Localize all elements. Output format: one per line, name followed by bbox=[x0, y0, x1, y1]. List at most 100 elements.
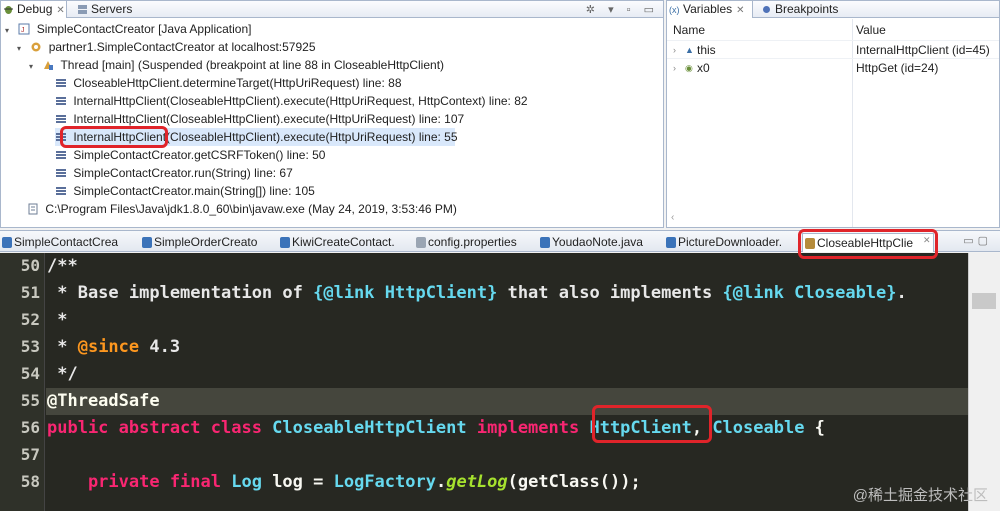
editor-tab[interactable]: PictureDownloader. bbox=[664, 233, 796, 252]
stack-frame-label: InternalHttpClient(CloseableHttpClient).… bbox=[73, 94, 528, 108]
stack-frame-icon bbox=[56, 169, 66, 177]
comment-text: * bbox=[47, 337, 78, 357]
scrollbar-thumb[interactable] bbox=[972, 293, 996, 309]
stack-frame-icon bbox=[56, 187, 66, 195]
tab-debug[interactable]: Debug ✕ bbox=[1, 1, 67, 18]
comment-text: . bbox=[896, 283, 907, 303]
editor-tab-label: SimpleContactCrea bbox=[14, 235, 119, 249]
editor-tab[interactable]: YoudaoNote.java bbox=[538, 233, 662, 252]
stack-frame-label: SimpleContactCreator.main(String[]) line… bbox=[73, 184, 315, 198]
java-file-icon bbox=[280, 237, 290, 248]
debug-tabbar: Debug ✕ Servers ✲ ▾ ▫ ▭ bbox=[1, 1, 663, 18]
stack-frame[interactable]: SimpleContactCreator.getCSRFToken() line… bbox=[55, 146, 325, 164]
tab-variables-label: Variables bbox=[683, 2, 733, 16]
java-file-icon bbox=[540, 237, 550, 248]
variable-name: x0 bbox=[697, 61, 710, 75]
stack-frame-label: SimpleContactCreator.run(String) line: 6… bbox=[73, 166, 293, 180]
tab-servers[interactable]: Servers bbox=[75, 1, 145, 18]
highlight-box-internalhttpclient bbox=[60, 126, 168, 148]
variable-row[interactable]: › ▲ this InternalHttpClient (id=45) bbox=[667, 40, 999, 58]
scroll-left-icon[interactable]: ‹ bbox=[671, 212, 674, 223]
line-number: 55 bbox=[20, 391, 40, 410]
line-number: 58 bbox=[20, 472, 40, 491]
stack-frame[interactable]: InternalHttpClient(CloseableHttpClient).… bbox=[55, 92, 528, 110]
properties-file-icon bbox=[416, 237, 426, 248]
column-value[interactable]: Value bbox=[856, 21, 886, 39]
tree-row-thread[interactable]: ▾ Thread [main] (Suspended (breakpoint a… bbox=[29, 56, 444, 74]
line-number: 57 bbox=[20, 445, 40, 464]
svg-text:J: J bbox=[21, 27, 25, 34]
stack-frame[interactable]: CloseableHttpClient.determineTarget(Http… bbox=[55, 74, 402, 92]
line-number: 56 bbox=[20, 418, 40, 437]
collapse-icon[interactable]: ▾ bbox=[17, 40, 27, 58]
variable-row[interactable]: › ◉ x0 HttpGet (id=24) bbox=[667, 58, 999, 76]
keyword-text: private final bbox=[47, 472, 232, 492]
vm-label: partner1.SimpleContactCreator at localho… bbox=[48, 40, 316, 54]
tree-row-process[interactable]: C:\Program Files\Java\jdk1.8.0_60\bin\ja… bbox=[27, 200, 457, 218]
method-name: getLog bbox=[446, 472, 508, 492]
stack-frame-label: SimpleContactCreator.getCSRFToken() line… bbox=[73, 148, 326, 162]
stack-frame-label: InternalHttpClient(CloseableHttpClient).… bbox=[73, 112, 465, 126]
annotation-text: @ThreadSafe bbox=[47, 391, 160, 411]
stack-frame-icon bbox=[56, 79, 66, 87]
close-icon[interactable]: ✕ bbox=[736, 5, 744, 16]
process-icon bbox=[28, 203, 38, 215]
vertical-scrollbar[interactable] bbox=[968, 253, 1000, 511]
svg-text:(x): (x) bbox=[669, 5, 680, 15]
code-line: /** bbox=[47, 256, 78, 276]
comment-text: 4.3 bbox=[139, 337, 181, 357]
editor-tab[interactable]: SimpleOrderCreato bbox=[140, 233, 276, 252]
variable-value: InternalHttpClient (id=45) bbox=[856, 43, 990, 57]
editor-tab-label: PictureDownloader. bbox=[678, 235, 783, 249]
process-label: C:\Program Files\Java\jdk1.8.0_60\bin\ja… bbox=[45, 202, 457, 216]
highlight-box-httpclient bbox=[592, 405, 712, 443]
tab-breakpoints[interactable]: Breakpoints bbox=[759, 1, 849, 18]
tab-variables[interactable]: (x) Variables ✕ bbox=[667, 1, 753, 18]
servers-icon bbox=[78, 5, 87, 14]
stack-frame-icon bbox=[56, 151, 66, 159]
punctuation: . bbox=[435, 472, 447, 492]
code-line: @ThreadSafe bbox=[47, 391, 160, 411]
collapse-icon[interactable]: ▾ bbox=[5, 22, 15, 40]
editor-tab[interactable]: KiwiCreateContact. bbox=[278, 233, 412, 252]
class-name: CloseableHttpClient bbox=[272, 418, 467, 438]
variable-text: log = bbox=[261, 472, 334, 492]
expand-icon[interactable]: › bbox=[673, 59, 676, 77]
variable-value: HttpGet (id=24) bbox=[856, 61, 939, 75]
variable-name: this bbox=[697, 43, 716, 57]
line-number: 51 bbox=[20, 283, 40, 302]
vm-icon bbox=[31, 42, 41, 52]
tree-row-vm[interactable]: ▾ partner1.SimpleContactCreator at local… bbox=[17, 38, 316, 56]
variables-tabbar: (x) Variables ✕ Breakpoints bbox=[667, 1, 999, 18]
highlight-box-active-tab bbox=[798, 229, 938, 259]
comment-text: /** bbox=[47, 256, 78, 276]
interface-name-closeable[interactable]: Closeable bbox=[712, 418, 804, 438]
stack-frame[interactable]: SimpleContactCreator.main(String[]) line… bbox=[55, 182, 315, 200]
javadoc-link: {@link HttpClient} bbox=[313, 283, 498, 303]
code-line: * Base implementation of {@link HttpClie… bbox=[47, 283, 907, 303]
editor-tab-label: YoudaoNote.java bbox=[552, 235, 643, 249]
code-line: */ bbox=[47, 364, 78, 384]
variables-view: (x) Variables ✕ Breakpoints Name Value › … bbox=[666, 0, 1000, 228]
close-icon[interactable]: ✕ bbox=[56, 5, 64, 16]
code-editor[interactable]: 50 51 52 53 54 55 56 57 58 /** * Base im… bbox=[0, 253, 1000, 511]
editor-tab[interactable]: config.properties bbox=[414, 233, 534, 252]
editor-tab[interactable]: SimpleContactCrea bbox=[0, 233, 140, 252]
column-name[interactable]: Name bbox=[673, 21, 705, 39]
editor-tab-label: config.properties bbox=[428, 235, 517, 249]
debug-toolbar[interactable]: ✲ ▾ ▫ ▭ bbox=[586, 3, 659, 16]
class-name: LogFactory bbox=[333, 472, 436, 492]
punctuation: { bbox=[804, 418, 825, 438]
comment-text: */ bbox=[47, 364, 78, 384]
expand-icon[interactable]: › bbox=[673, 41, 676, 59]
type-name: Log bbox=[231, 472, 262, 492]
tree-row-launch[interactable]: ▾ J SimpleContactCreator [Java Applicati… bbox=[5, 20, 251, 38]
local-variable-icon: ◉ bbox=[685, 63, 693, 73]
javadoc-link: {@link Closeable} bbox=[722, 283, 897, 303]
variables-icon: (x) bbox=[669, 5, 680, 15]
comment-text: * bbox=[47, 310, 68, 330]
stack-frame[interactable]: SimpleContactCreator.run(String) line: 6… bbox=[55, 164, 293, 182]
tab-breakpoints-label: Breakpoints bbox=[775, 2, 839, 16]
maximize-icon[interactable]: ▭▢ bbox=[963, 234, 992, 247]
collapse-icon[interactable]: ▾ bbox=[29, 58, 39, 76]
